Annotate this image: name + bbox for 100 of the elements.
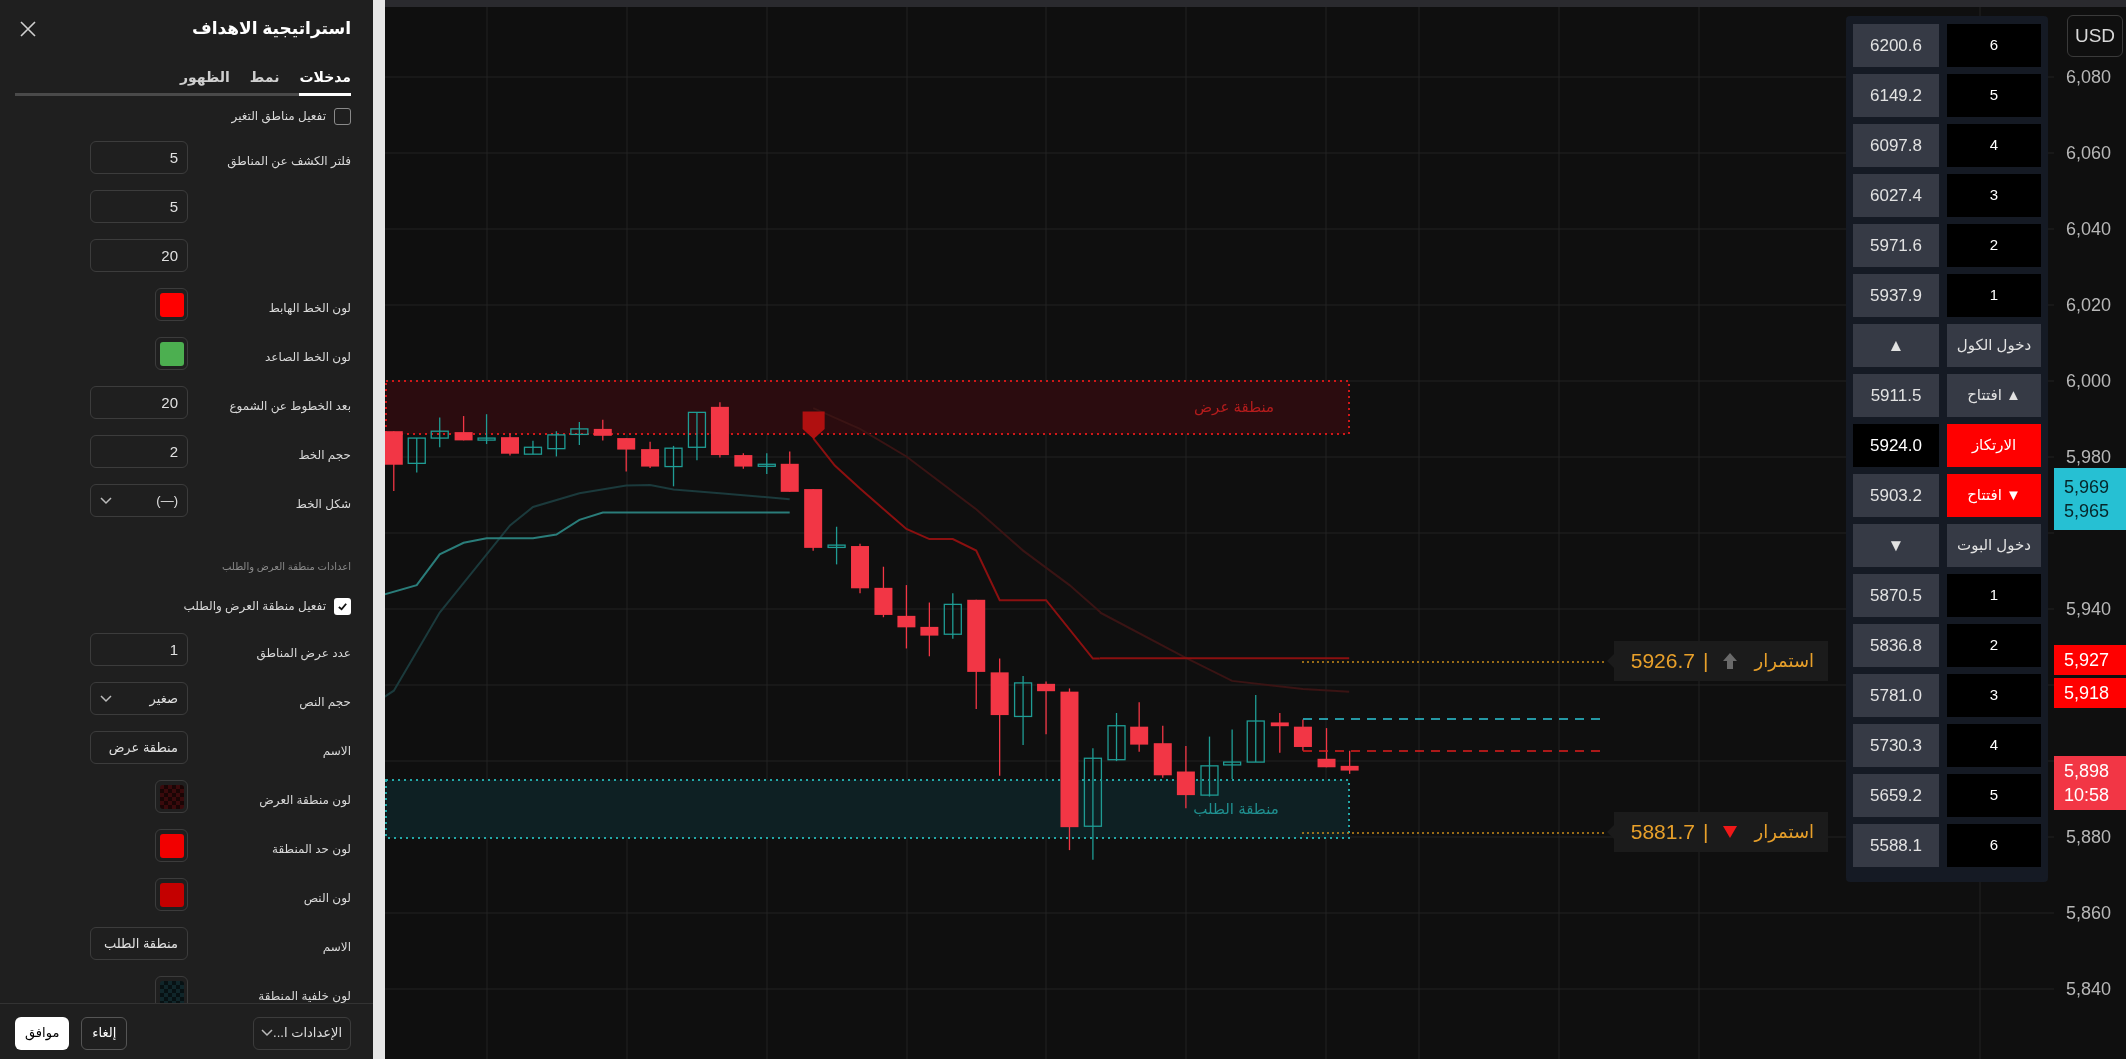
field-label: الاسم bbox=[322, 743, 351, 758]
table-cell: دخول الكول bbox=[1947, 324, 2041, 367]
table-cell: دخول البوت bbox=[1947, 524, 2041, 567]
number-field[interactable]: 5 bbox=[90, 141, 188, 174]
candle bbox=[1293, 718, 1312, 752]
ok-button[interactable]: موافق bbox=[15, 1016, 70, 1050]
candle bbox=[407, 437, 426, 474]
candle bbox=[1270, 712, 1289, 754]
cancel-button[interactable]: إلغاء bbox=[81, 1016, 128, 1050]
checkbox-label: تفعيل مناطق التغير bbox=[231, 108, 326, 125]
candle bbox=[1176, 745, 1195, 809]
candle bbox=[1130, 701, 1149, 753]
price-tag-text: 5,918 bbox=[2064, 682, 2111, 705]
field-label: لون الخط الصاعد bbox=[265, 349, 351, 364]
table-cell: ▲ افتتاح bbox=[1947, 374, 2041, 417]
number-field[interactable]: 20 bbox=[90, 239, 188, 272]
tab[interactable]: الظهور bbox=[180, 61, 230, 96]
table-cell: ▼ bbox=[1853, 524, 1939, 567]
field-label: لون خلفية المنطقة bbox=[258, 988, 351, 1003]
up-arrow-icon bbox=[1722, 652, 1739, 670]
signal-marker bbox=[802, 411, 825, 439]
table-cell: 5971.6 bbox=[1853, 224, 1939, 267]
table-cell: 5937.9 bbox=[1853, 274, 1939, 317]
caret-icon bbox=[261, 1029, 274, 1037]
axis-label: 5,860 bbox=[2066, 903, 2112, 923]
currency-button[interactable]: USD bbox=[2067, 15, 2123, 57]
preset-dropdown[interactable]: الإعدادات ا... bbox=[253, 1016, 351, 1050]
table-cell: 6 bbox=[1947, 24, 2041, 67]
candle bbox=[780, 450, 799, 493]
table-cell: 5836.8 bbox=[1853, 624, 1939, 667]
table-cell: 6149.2 bbox=[1853, 74, 1939, 117]
axis-label: 5,880 bbox=[2066, 827, 2112, 847]
dropdown[interactable]: (—) bbox=[90, 484, 188, 517]
checkbox-label: تفعيل منطقة العرض والطلب bbox=[183, 598, 326, 615]
table-cell: 1 bbox=[1947, 574, 2041, 617]
field-label: لون حد المنطقة bbox=[272, 841, 351, 856]
candle bbox=[757, 452, 776, 475]
text-field[interactable]: منطقة الطلب bbox=[90, 927, 188, 960]
candle bbox=[617, 437, 636, 473]
candle bbox=[593, 419, 612, 442]
candle bbox=[1107, 712, 1126, 762]
number-field[interactable]: 20 bbox=[90, 386, 188, 419]
table-cell: 5730.3 bbox=[1853, 724, 1939, 767]
table-cell: 6097.8 bbox=[1853, 124, 1939, 167]
panel-title: استراتيجية الاهداف bbox=[191, 18, 351, 41]
candle bbox=[804, 488, 823, 552]
candle bbox=[943, 592, 962, 640]
candle bbox=[641, 441, 660, 469]
close-icon[interactable] bbox=[18, 19, 38, 39]
candle bbox=[385, 430, 403, 492]
candle bbox=[920, 601, 939, 657]
caret-icon bbox=[100, 694, 112, 703]
candle bbox=[570, 421, 589, 446]
number-field[interactable]: 2 bbox=[90, 435, 188, 468]
field-label: حجم الخط bbox=[298, 447, 351, 462]
number-field[interactable]: 5 bbox=[90, 190, 188, 223]
axis-label: 6,080 bbox=[2066, 67, 2112, 87]
candle bbox=[501, 432, 519, 457]
axis-label: 5,840 bbox=[2066, 979, 2112, 999]
candle bbox=[1153, 725, 1172, 779]
section-heading: اعدادات منطقة العرض والطلب bbox=[222, 559, 351, 574]
zone-label: منطقة عرض bbox=[1194, 398, 1274, 415]
table-cell: 6200.6 bbox=[1853, 24, 1939, 67]
caret-icon bbox=[100, 496, 112, 505]
text-field[interactable]: منطقة عرض bbox=[90, 731, 188, 764]
field-label: شكل الخط bbox=[295, 496, 351, 511]
axis-label: 5,980 bbox=[2066, 447, 2112, 467]
candle bbox=[734, 452, 753, 470]
field-label: لون منطقة العرض bbox=[259, 792, 351, 807]
candle bbox=[1246, 694, 1265, 763]
number-field[interactable]: 1 bbox=[90, 633, 188, 666]
candle bbox=[523, 440, 543, 455]
table-cell: 4 bbox=[1947, 724, 2041, 767]
axis-label: 6,020 bbox=[2066, 295, 2112, 315]
separator: | bbox=[1703, 819, 1709, 846]
price-value: 5881.7 bbox=[1630, 819, 1695, 846]
tab[interactable]: مدخلات bbox=[299, 61, 351, 96]
axis-label: 6,060 bbox=[2066, 143, 2112, 163]
dropdown[interactable]: صغير bbox=[90, 682, 188, 715]
table-cell: 3 bbox=[1947, 674, 2041, 717]
candle bbox=[874, 566, 893, 618]
price-tag-text: 5,927 bbox=[2064, 649, 2111, 672]
table-cell: 6 bbox=[1947, 824, 2041, 867]
candle bbox=[1223, 728, 1242, 780]
table-cell: 5588.1 bbox=[1853, 824, 1939, 867]
separator: | bbox=[1703, 648, 1709, 675]
checkbox[interactable] bbox=[334, 597, 351, 615]
axis-label: 6,040 bbox=[2066, 219, 2112, 239]
table-cell: الارتكاز bbox=[1947, 424, 2041, 467]
candle bbox=[454, 415, 473, 442]
checkbox[interactable] bbox=[334, 107, 351, 125]
tab[interactable]: نمط bbox=[249, 61, 280, 96]
candle bbox=[1013, 675, 1033, 746]
table-cell: 6027.4 bbox=[1853, 174, 1939, 217]
field-label: لون الخط الهابط bbox=[268, 300, 351, 315]
field-label: بعد الخطوط عن الشموع bbox=[229, 398, 351, 413]
candle bbox=[664, 445, 683, 487]
table-cell: 5659.2 bbox=[1853, 774, 1939, 817]
table-cell: 5 bbox=[1947, 74, 2041, 117]
candle bbox=[1317, 727, 1336, 768]
